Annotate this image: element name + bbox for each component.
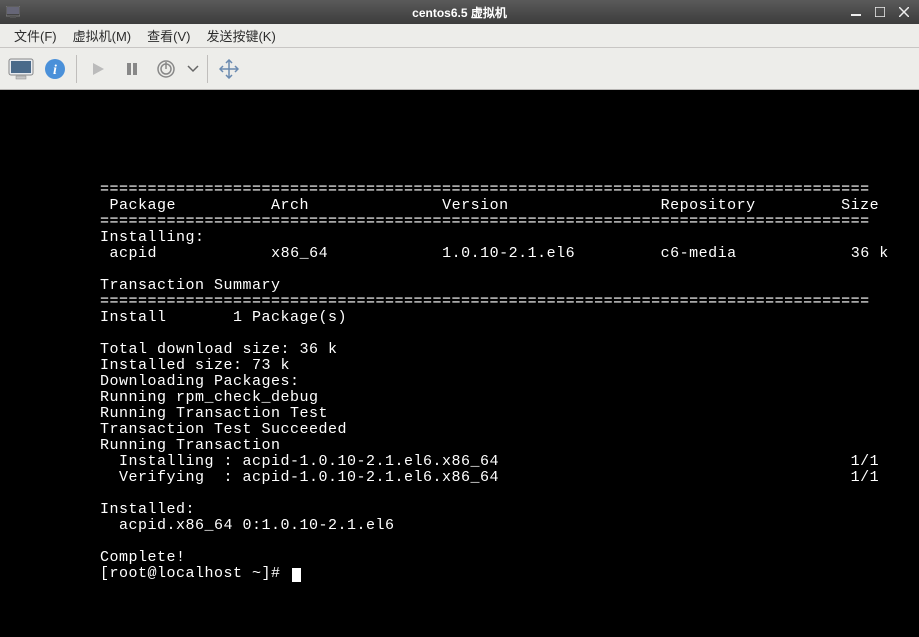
terminal[interactable]: ========================================… [0, 90, 919, 637]
minimize-button[interactable] [847, 4, 865, 20]
pause-icon[interactable] [117, 54, 147, 84]
menu-file[interactable]: 文件(F) [6, 24, 65, 47]
chevron-down-icon[interactable] [185, 54, 201, 84]
svg-text:i: i [53, 63, 57, 78]
fullscreen-icon[interactable] [214, 54, 244, 84]
close-button[interactable] [895, 4, 913, 20]
cursor [292, 568, 301, 582]
menu-vm[interactable]: 虚拟机(M) [65, 24, 140, 47]
power-icon[interactable] [151, 54, 181, 84]
monitor-icon[interactable] [6, 54, 36, 84]
vm-icon [4, 3, 22, 21]
play-icon[interactable] [83, 54, 113, 84]
terminal-output: ========================================… [0, 106, 919, 582]
menubar: 文件(F) 虚拟机(M) 查看(V) 发送按键(K) [0, 24, 919, 48]
toolbar-separator [76, 55, 77, 83]
menu-sendkey[interactable]: 发送按键(K) [198, 24, 283, 47]
menu-view[interactable]: 查看(V) [139, 24, 198, 47]
toolbar: i [0, 48, 919, 90]
maximize-button[interactable] [871, 4, 889, 20]
titlebar: centos6.5 虚拟机 [0, 0, 919, 24]
window-controls [847, 4, 919, 20]
toolbar-separator [207, 55, 208, 83]
window-title: centos6.5 虚拟机 [412, 4, 507, 21]
info-icon[interactable]: i [40, 54, 70, 84]
